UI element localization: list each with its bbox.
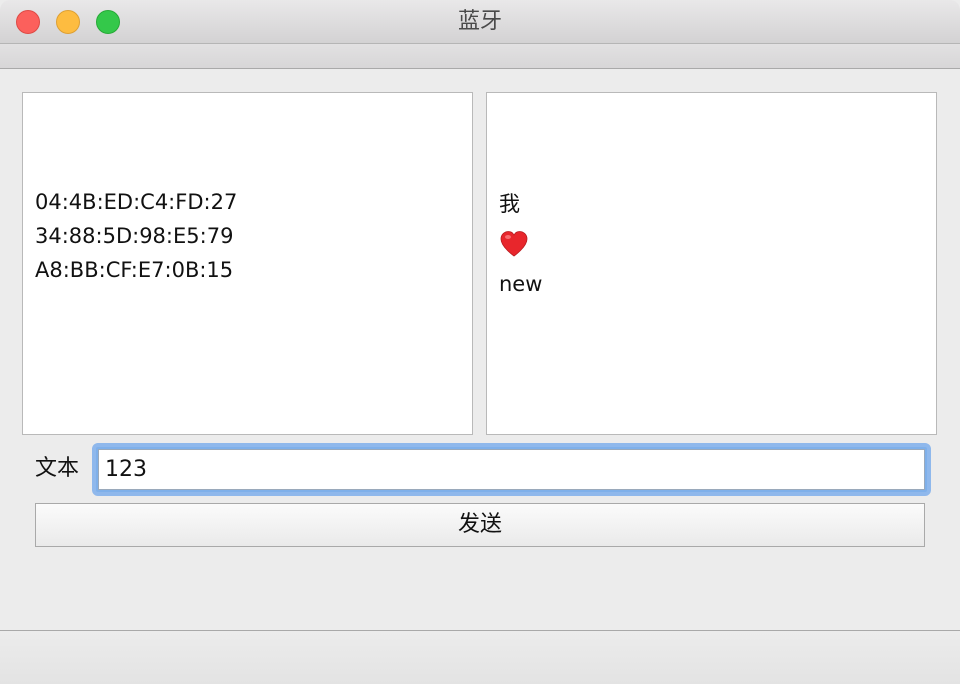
device-list-item[interactable]: 34:88:5D:98:E5:79 [35,221,233,251]
title-bar[interactable]: 蓝牙 [0,0,960,44]
device-list-item[interactable]: A8:BB:CF:E7:0B:15 [35,255,233,285]
window-title: 蓝牙 [457,9,502,34]
device-list[interactable]: 04:4B:ED:C4:FD:27 34:88:5D:98:E5:79 A8:B… [22,92,473,435]
text-input-wrapper [92,443,931,496]
send-button[interactable]: 发送 [35,503,925,547]
message-list-item[interactable] [499,229,529,267]
text-input[interactable] [98,449,925,490]
heart-icon [499,229,529,259]
message-list[interactable]: 我 new [486,92,937,435]
text-label: 文本 [35,456,80,481]
message-list-item[interactable]: new [499,269,542,299]
app-window: 蓝牙 04:4B:ED:C4:FD:27 34:88:5D:98:E5:79 A… [0,0,960,684]
status-bar [0,630,960,684]
device-list-item[interactable]: 04:4B:ED:C4:FD:27 [35,187,237,217]
message-list-item[interactable]: 我 [499,189,520,219]
toolbar [0,44,960,69]
